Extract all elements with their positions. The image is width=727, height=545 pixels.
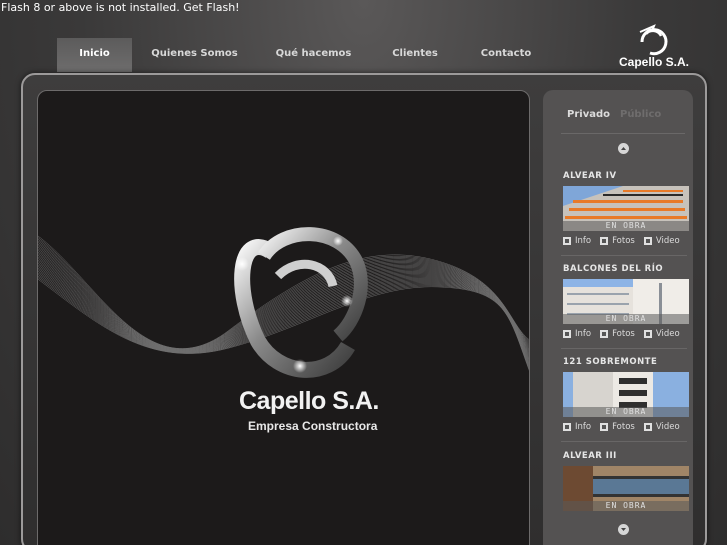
film-icon: [643, 423, 652, 431]
flash-notice[interactable]: Flash 8 or above is not installed. Get F…: [1, 1, 240, 14]
tab-publico[interactable]: Público: [620, 109, 661, 120]
project-status: EN OBRA: [563, 314, 689, 324]
document-icon: [563, 423, 571, 431]
project-thumbnail[interactable]: EN OBRA: [563, 279, 689, 324]
project-links: Info Fotos Video: [563, 421, 689, 433]
project-card: ALVEAR IV EN OBRA Info Fotos Video: [563, 171, 689, 247]
project-card: ALVEAR III EN OBRA: [563, 451, 689, 511]
wave-lines: [38, 235, 529, 371]
film-icon: [643, 330, 652, 338]
film-icon: [643, 237, 652, 245]
project-info-link[interactable]: Info: [563, 421, 591, 433]
project-separator: [561, 348, 687, 349]
document-icon: [563, 330, 571, 338]
project-card: BALCONES DEL RÍO EN OBRA Info Fotos Vide…: [563, 264, 689, 340]
camera-icon: [600, 330, 609, 338]
hero-graphic: [38, 227, 529, 378]
project-thumbnail[interactable]: EN OBRA: [563, 372, 689, 417]
nav-item-quienes-somos[interactable]: Quienes Somos: [132, 38, 257, 72]
header-logo-text[interactable]: Capello S.A.: [619, 55, 689, 69]
project-status: EN OBRA: [563, 221, 689, 231]
project-info-link[interactable]: Info: [563, 235, 591, 247]
sidebar-divider: [561, 133, 685, 134]
project-separator: [561, 441, 687, 442]
hero-panel: Capello S.A. Empresa Constructora: [37, 90, 530, 545]
project-links: Info Fotos Video: [563, 328, 689, 340]
camera-icon: [600, 237, 609, 245]
projects-sidebar: Privado Público ALVEAR IV EN OBRA Info F…: [543, 90, 693, 545]
nav-item-contacto[interactable]: Contacto: [460, 38, 552, 72]
project-status: EN OBRA: [563, 501, 689, 511]
project-photos-link[interactable]: Fotos: [600, 421, 635, 433]
hero-title: Capello S.A.: [239, 387, 379, 415]
project-separator: [561, 255, 687, 256]
chevron-down-icon[interactable]: [618, 524, 629, 535]
sidebar-tabs: Privado Público: [567, 109, 661, 120]
hero-subtitle: Empresa Constructora: [248, 419, 378, 433]
project-title[interactable]: ALVEAR IV: [563, 171, 689, 183]
project-title[interactable]: BALCONES DEL RÍO: [563, 264, 689, 276]
project-thumbnail[interactable]: EN OBRA: [563, 466, 689, 511]
project-video-link[interactable]: Video: [643, 328, 680, 340]
nav-item-que-hacemos[interactable]: Qué hacemos: [257, 38, 370, 72]
project-card: 121 SOBREMONTE EN OBRA Info Fotos Video: [563, 357, 689, 433]
project-thumbnail[interactable]: EN OBRA: [563, 186, 689, 231]
chevron-up-icon[interactable]: [618, 143, 629, 154]
project-photos-link[interactable]: Fotos: [600, 328, 635, 340]
project-video-link[interactable]: Video: [643, 421, 680, 433]
document-icon: [563, 237, 571, 245]
project-photos-link[interactable]: Fotos: [600, 235, 635, 247]
tab-privado[interactable]: Privado: [567, 109, 610, 120]
project-title[interactable]: ALVEAR III: [563, 451, 689, 463]
project-info-link[interactable]: Info: [563, 328, 591, 340]
project-title[interactable]: 121 SOBREMONTE: [563, 357, 689, 369]
main-nav: Inicio Quienes Somos Qué hacemos Cliente…: [57, 38, 552, 72]
nav-item-clientes[interactable]: Clientes: [370, 38, 460, 72]
project-links: Info Fotos Video: [563, 235, 689, 247]
nav-item-inicio[interactable]: Inicio: [57, 38, 132, 72]
project-status: EN OBRA: [563, 407, 689, 417]
project-video-link[interactable]: Video: [643, 235, 680, 247]
camera-icon: [600, 423, 609, 431]
